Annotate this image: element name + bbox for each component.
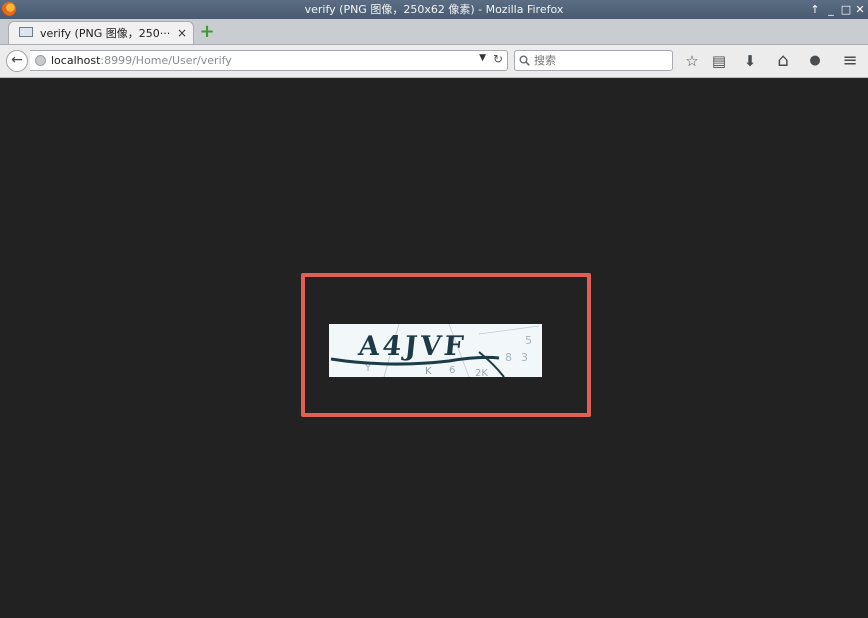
captcha-noise-char: 8	[505, 351, 512, 364]
history-dropdown-icon[interactable]: ▼	[479, 53, 486, 63]
back-button[interactable]: ←	[6, 50, 28, 72]
chat-icon[interactable]: ●	[805, 51, 825, 71]
captcha-noise-char: 2K	[475, 368, 488, 377]
home-icon[interactable]: ⌂	[773, 51, 793, 71]
window-up-icon[interactable]: ↑	[808, 0, 822, 19]
window-title: verify (PNG 图像，250x62 像素) - Mozilla Fire…	[304, 3, 564, 16]
search-input[interactable]	[534, 53, 668, 68]
window-minimize-button[interactable]: _	[824, 0, 838, 19]
url-host: localhost	[51, 54, 101, 67]
reload-icon[interactable]: ↻	[493, 52, 503, 66]
globe-icon	[35, 55, 46, 66]
captcha-noise-char: K	[425, 366, 432, 377]
captcha-image[interactable]: 5 8 3 Y K 6 2K A4JVF	[329, 324, 542, 377]
tab-strip: verify (PNG 图像，250··· × +	[0, 19, 868, 45]
image-file-icon	[19, 27, 33, 37]
tab-verify[interactable]: verify (PNG 图像，250··· ×	[8, 21, 194, 44]
captcha-noise-char: 6	[449, 365, 455, 376]
tab-close-button[interactable]: ×	[177, 23, 187, 44]
search-icon	[519, 52, 530, 69]
image-viewer-content: 5 8 3 Y K 6 2K A4JVF	[0, 78, 868, 618]
window-close-button[interactable]: ✕	[853, 0, 867, 19]
download-icon[interactable]: ⬇	[740, 51, 760, 71]
url-bar[interactable]: localhost:8999/Home/User/verify ▼ ↻	[30, 50, 508, 71]
captcha-text: A4JVF	[356, 331, 468, 362]
captcha-noise-char: 3	[521, 351, 528, 364]
url-text[interactable]: localhost:8999/Home/User/verify	[51, 54, 232, 67]
tab-title: verify (PNG 图像，250···	[40, 27, 171, 40]
bookmark-star-icon[interactable]: ☆	[682, 51, 702, 71]
search-bar[interactable]	[514, 50, 673, 71]
window-maximize-button[interactable]: □	[839, 0, 853, 19]
captcha-noise-char: 5	[525, 334, 532, 347]
menu-icon[interactable]: ≡	[840, 51, 860, 71]
bookmarks-menu-icon[interactable]: ▤	[709, 51, 729, 71]
window-titlebar: verify (PNG 图像，250x62 像素) - Mozilla Fire…	[0, 0, 868, 19]
navigation-bar: ← localhost:8999/Home/User/verify ▼ ↻ ☆ …	[0, 45, 868, 78]
url-path: :8999/Home/User/verify	[100, 54, 232, 67]
new-tab-button[interactable]: +	[198, 23, 216, 41]
